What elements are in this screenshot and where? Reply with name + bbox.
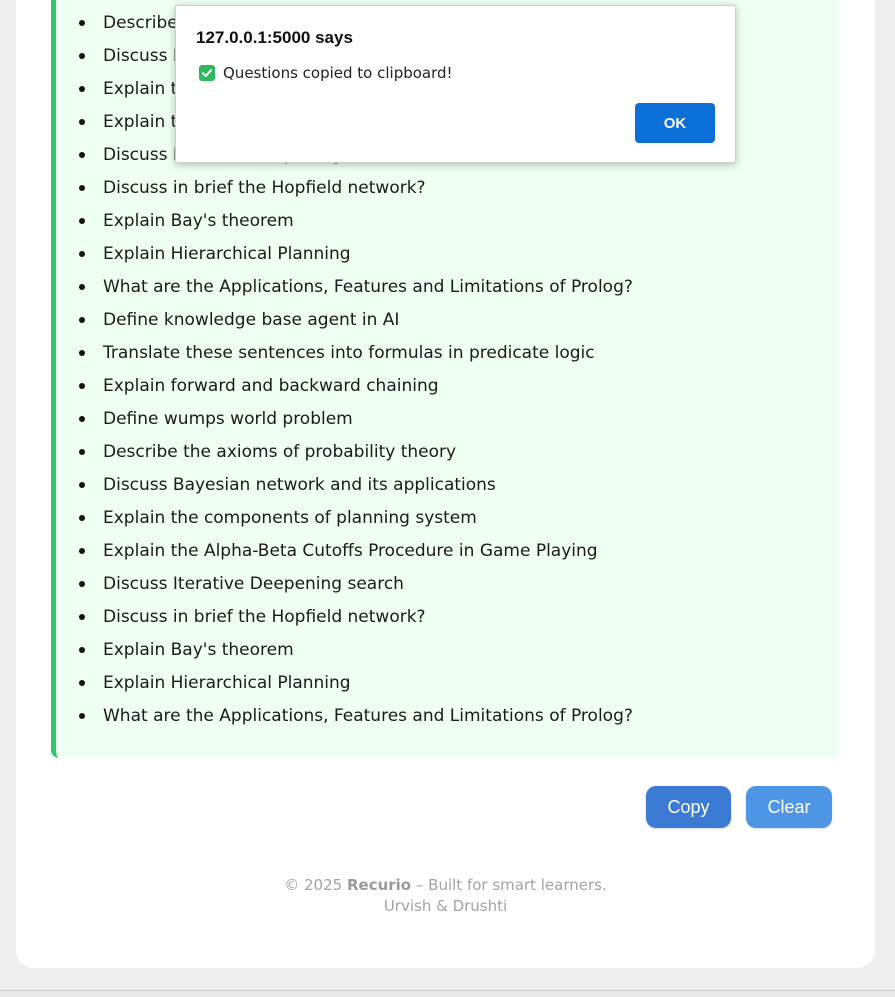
question-item: Describe the axioms of probability theor… <box>56 437 633 470</box>
question-item: Explain Bay's theorem <box>56 635 633 668</box>
question-item: Discuss in brief the Hopfield network? <box>56 173 633 206</box>
authors-text: Urvish & Drushti <box>383 897 508 915</box>
dialog-title: 127.0.0.1:5000 says <box>196 28 353 47</box>
question-item: Define knowledge base agent in AI <box>56 305 633 338</box>
question-item: Discuss in brief the Hopfield network? <box>56 602 633 635</box>
question-item: Explain Hierarchical Planning <box>56 668 633 701</box>
dialog-message: Questions copied to clipboard! <box>223 64 453 82</box>
question-item: Explain Bay's theorem <box>56 206 633 239</box>
question-item: What are the Applications, Features and … <box>56 272 633 305</box>
question-item: Explain the components of planning syste… <box>56 503 633 536</box>
ok-button[interactable]: OK <box>635 103 715 143</box>
footer: © 2025 Recurio – Built for smart learner… <box>0 875 891 917</box>
alert-dialog: 127.0.0.1:5000 says Questions copied to … <box>175 5 736 163</box>
question-item: Explain forward and backward chaining <box>56 371 633 404</box>
question-item: Translate these sentences into formulas … <box>56 338 633 371</box>
question-item: Define wumps world problem <box>56 404 633 437</box>
question-item: Explain Hierarchical Planning <box>56 239 633 272</box>
brand-name: Recurio <box>346 876 412 894</box>
question-item: Discuss Iterative Deepening search <box>56 569 633 602</box>
copy-button[interactable]: Copy <box>646 786 731 828</box>
footer-line-1: © 2025 Recurio – Built for smart learner… <box>0 875 891 896</box>
clear-button[interactable]: Clear <box>746 786 832 828</box>
checkbox-checked-icon <box>199 65 215 81</box>
tagline-text: – Built for smart learners. <box>415 876 607 894</box>
question-item: Discuss Bayesian network and its applica… <box>56 470 633 503</box>
question-item: What are the Applications, Features and … <box>56 701 633 734</box>
copyright-text: © 2025 <box>284 876 343 894</box>
question-item: Explain the Alpha-Beta Cutoffs Procedure… <box>56 536 633 569</box>
dialog-message-row: Questions copied to clipboard! <box>199 64 453 82</box>
